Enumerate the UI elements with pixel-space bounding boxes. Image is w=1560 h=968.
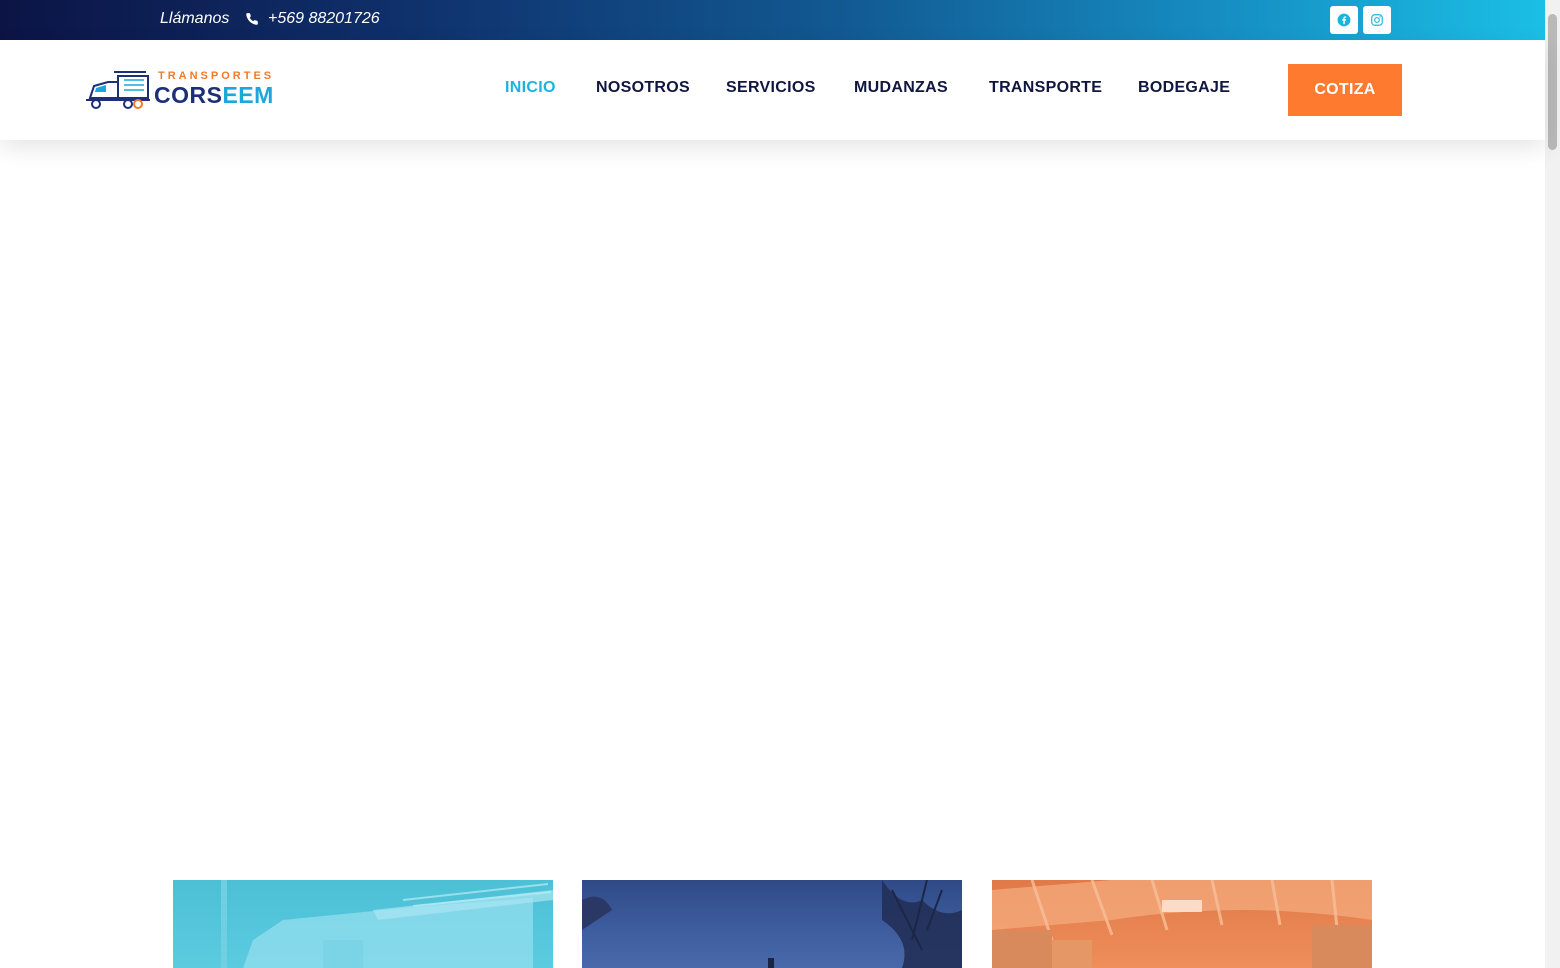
brand-logo[interactable]: TRANSPORTES CORSEEM xyxy=(84,68,274,114)
service-card-transporte-image[interactable] xyxy=(173,880,553,968)
warehouse-photo-image xyxy=(992,880,1372,968)
nav-item-inicio[interactable]: INICIO xyxy=(505,79,556,97)
top-bar: Llámanos +569 88201726 xyxy=(0,0,1545,40)
nav-item-bodegaje[interactable]: BODEGAJE xyxy=(1138,79,1230,97)
instagram-icon[interactable] xyxy=(1363,6,1391,34)
nav-item-transporte[interactable]: TRANSPORTE xyxy=(989,79,1102,97)
call-label: Llámanos xyxy=(160,10,230,27)
service-card-bodegaje-image[interactable] xyxy=(992,880,1372,968)
logo-wordmark-part2: EEM xyxy=(222,82,274,108)
truck-logo-icon xyxy=(86,71,150,109)
service-card-mudanzas-image[interactable] xyxy=(582,880,962,968)
scrollbar-thumb[interactable] xyxy=(1548,14,1557,150)
main-header: TRANSPORTES CORSEEM INICIO NOSOTROS SERV… xyxy=(0,40,1545,140)
quote-button[interactable]: COTIZA xyxy=(1288,64,1402,116)
street-photo-image xyxy=(582,880,962,968)
nav-item-nosotros[interactable]: NOSOTROS xyxy=(596,79,690,97)
logo-wordmark: CORSEEM xyxy=(154,82,274,109)
logo-tagline: TRANSPORTES xyxy=(158,70,275,82)
logo-wordmark-part1: CORS xyxy=(154,82,223,108)
phone-icon xyxy=(245,12,259,26)
hero-area xyxy=(0,140,1545,880)
nav-item-servicios[interactable]: SERVICIOS xyxy=(726,79,816,97)
phone-number-link[interactable]: +569 88201726 xyxy=(268,10,380,28)
vertical-scrollbar[interactable] xyxy=(1545,0,1560,968)
nav-item-mudanzas[interactable]: MUDANZAS xyxy=(854,79,948,97)
truck-photo-image xyxy=(221,880,553,968)
facebook-icon[interactable] xyxy=(1330,6,1358,34)
page: Llámanos +569 88201726 TRANSPORTES CORSE… xyxy=(0,0,1560,968)
